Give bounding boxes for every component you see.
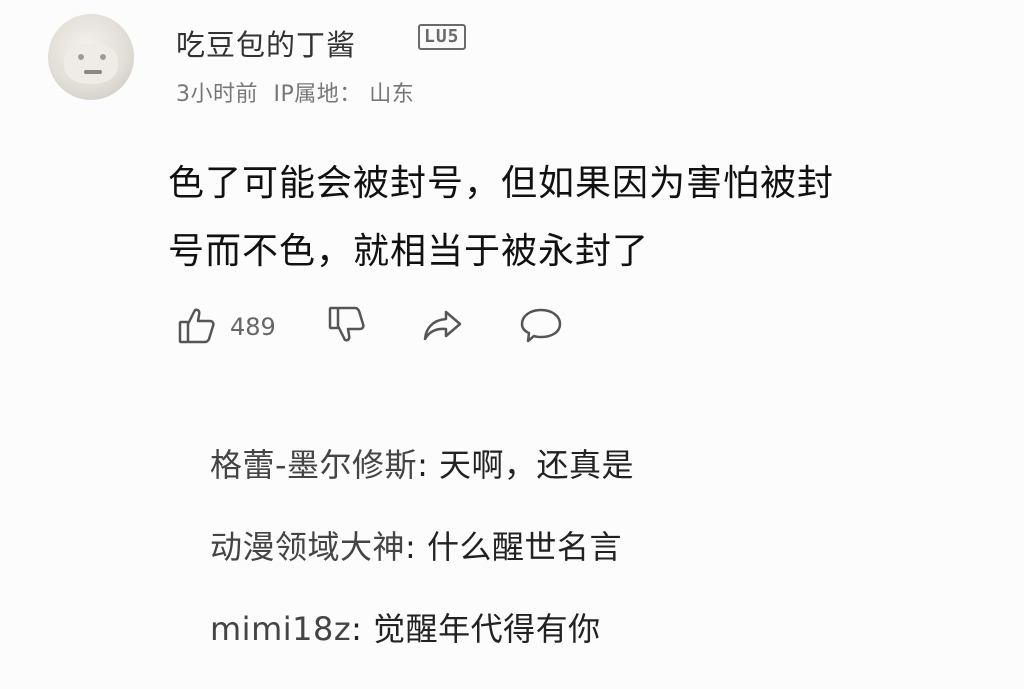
comment-line: 号而不色，就相当于被永封了: [168, 231, 650, 272]
comment-icon: [518, 304, 564, 350]
avatar-mouth: [84, 70, 102, 74]
comment-meta: 3小时前 IP属地： 山东: [176, 76, 414, 108]
comment-actions: 489: [176, 304, 564, 350]
avatar-eye: [78, 54, 84, 60]
reply-item[interactable]: 动漫领域大神: 什么醒世名言: [210, 522, 634, 604]
reply-separator: :: [351, 610, 374, 648]
ip-location: 山东: [369, 82, 415, 107]
avatar-face: [64, 44, 118, 84]
reply-text: 觉醒年代得有你: [373, 610, 601, 648]
comment-line: 色了可能会被封号，但如果因为害怕被封: [168, 163, 835, 204]
thumbs-up-icon: [176, 304, 218, 350]
timestamp: 3小时前: [176, 82, 258, 107]
thumbs-down-icon: [326, 304, 368, 350]
reply-author[interactable]: 动漫领域大神: [210, 528, 405, 566]
share-icon: [420, 304, 466, 350]
reply-author[interactable]: mimi18z: [210, 610, 351, 648]
like-count: 489: [230, 313, 276, 341]
reply-button[interactable]: [518, 304, 564, 350]
dislike-button[interactable]: [326, 304, 368, 350]
reply-author[interactable]: 格蕾-墨尔修斯: [210, 446, 417, 484]
reply-text: 什么醒世名言: [426, 528, 622, 566]
reply-item[interactable]: mimi18z: 觉醒年代得有你: [210, 604, 634, 686]
reply-separator: :: [417, 446, 440, 484]
reply-text: 天啊，还真是: [439, 446, 635, 484]
like-button[interactable]: 489: [176, 304, 276, 350]
share-button[interactable]: [420, 304, 466, 350]
ip-label: IP属地：: [273, 82, 362, 107]
avatar[interactable]: [48, 14, 134, 100]
reply-list: 格蕾-墨尔修斯: 天啊，还真是 动漫领域大神: 什么醒世名言 mimi18z: …: [210, 440, 634, 686]
avatar-eye: [100, 54, 106, 60]
level-badge: LU5: [418, 24, 466, 50]
reply-item[interactable]: 格蕾-墨尔修斯: 天啊，还真是: [210, 440, 634, 522]
reply-separator: :: [405, 528, 427, 566]
username[interactable]: 吃豆包的丁酱: [176, 22, 356, 64]
comment-text: 色了可能会被封号，但如果因为害怕被封 号而不色，就相当于被永封了: [168, 150, 988, 286]
